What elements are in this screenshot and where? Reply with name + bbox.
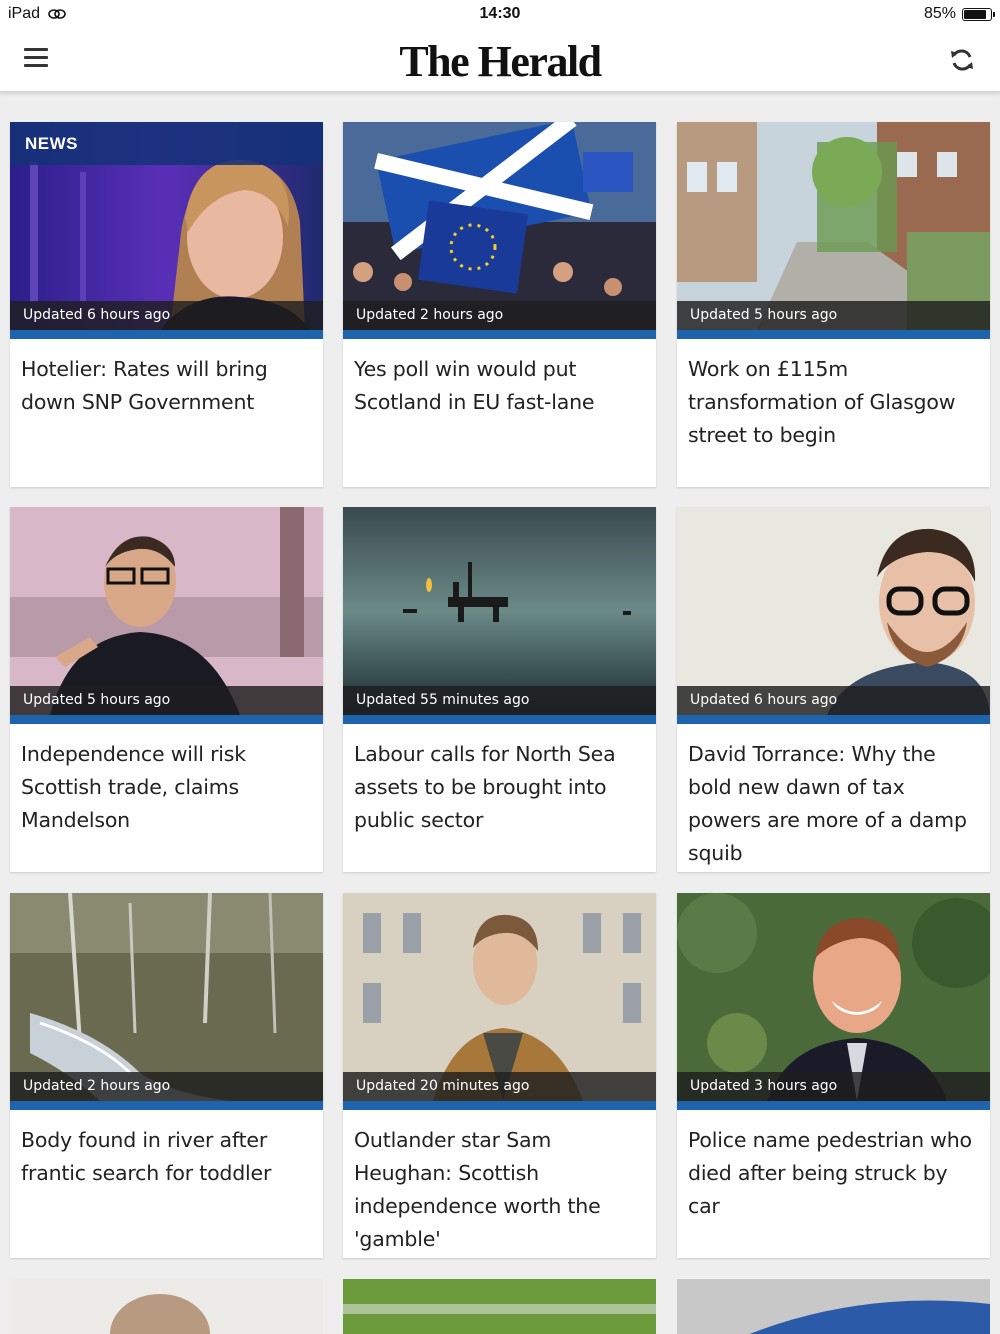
refresh-icon[interactable] (948, 46, 976, 74)
updated-time: Updated 5 hours ago (10, 686, 323, 715)
article-image: Updated 2 hours ago (343, 122, 656, 330)
article-card-partial[interactable] (10, 1279, 323, 1334)
updated-time: Updated 2 hours ago (343, 301, 656, 330)
battery-percent: 85% (923, 5, 956, 22)
status-time: 14:30 (479, 5, 521, 22)
updated-time: Updated 2 hours ago (10, 1072, 323, 1101)
article-headline[interactable]: Independence will risk Scottish trade, c… (10, 724, 323, 837)
article-headline[interactable]: Body found in river after frantic search… (10, 1110, 323, 1190)
article-headline[interactable]: Hotelier: Rates will bring down SNP Gove… (10, 339, 323, 419)
updated-time: Updated 55 minutes ago (343, 686, 656, 715)
article-headline[interactable]: Work on £115m transformation of Glasgow … (677, 339, 990, 452)
updated-time: Updated 3 hours ago (677, 1072, 990, 1101)
article-card[interactable]: Updated 3 hours ago Police name pedestri… (677, 893, 990, 1258)
accent-bar (10, 330, 323, 339)
article-image: Updated 3 hours ago (677, 893, 990, 1101)
status-bar: iPad 14:30 85% (0, 0, 1000, 28)
article-image (677, 1279, 990, 1334)
updated-time: Updated 6 hours ago (10, 301, 323, 330)
article-image: Updated 5 hours ago (677, 122, 990, 330)
battery-icon (962, 7, 995, 21)
article-image: Updated 6 hours ago (677, 507, 990, 715)
article-image: Updated 5 hours ago (10, 507, 323, 715)
article-image (343, 1279, 656, 1334)
article-card[interactable]: Updated 55 minutes ago Labour calls for … (343, 507, 656, 872)
article-image: NEWS Updated 6 hours ago (10, 122, 323, 330)
article-card-partial[interactable] (343, 1279, 656, 1334)
article-card[interactable]: Updated 6 hours ago David Torrance: Why … (677, 507, 990, 872)
accent-bar (677, 330, 990, 339)
article-card[interactable]: Updated 20 minutes ago Outlander star Sa… (343, 893, 656, 1258)
article-image: Updated 55 minutes ago (343, 507, 656, 715)
accent-bar (343, 330, 656, 339)
article-card-partial[interactable] (677, 1279, 990, 1334)
battery-level-fill (964, 9, 987, 19)
article-card[interactable]: Updated 5 hours ago Work on £115m transf… (677, 122, 990, 487)
accent-bar (10, 1101, 323, 1110)
article-headline[interactable]: Outlander star Sam Heughan: Scottish ind… (343, 1110, 656, 1256)
article-image: Updated 20 minutes ago (343, 893, 656, 1101)
article-headline[interactable]: Police name pedestrian who died after be… (677, 1110, 990, 1223)
article-card[interactable]: Updated 2 hours ago Body found in river … (10, 893, 323, 1258)
article-card[interactable]: NEWS Updated 6 hours ago Hotelier: Rates… (10, 122, 323, 487)
accent-bar (343, 715, 656, 724)
updated-time: Updated 5 hours ago (677, 301, 990, 330)
accent-bar (10, 715, 323, 724)
article-card[interactable]: Updated 5 hours ago Independence will ri… (10, 507, 323, 872)
status-right: 85% (923, 5, 995, 23)
article-image (10, 1279, 323, 1334)
accent-bar (677, 715, 990, 724)
accent-bar (677, 1101, 990, 1110)
app-logo: The Herald (399, 37, 602, 86)
article-card[interactable]: Updated 2 hours ago Yes poll win would p… (343, 122, 656, 487)
accent-bar (343, 1101, 656, 1110)
article-headline[interactable]: David Torrance: Why the bold new dawn of… (677, 724, 990, 870)
updated-time: Updated 20 minutes ago (343, 1072, 656, 1101)
updated-time: Updated 6 hours ago (677, 686, 990, 715)
article-headline[interactable]: Labour calls for North Sea assets to be … (343, 724, 656, 837)
article-image: Updated 2 hours ago (10, 893, 323, 1101)
app-header: The Herald (0, 28, 1000, 92)
section-label: NEWS (10, 122, 323, 165)
article-headline[interactable]: Yes poll win would put Scotland in EU fa… (343, 339, 656, 419)
